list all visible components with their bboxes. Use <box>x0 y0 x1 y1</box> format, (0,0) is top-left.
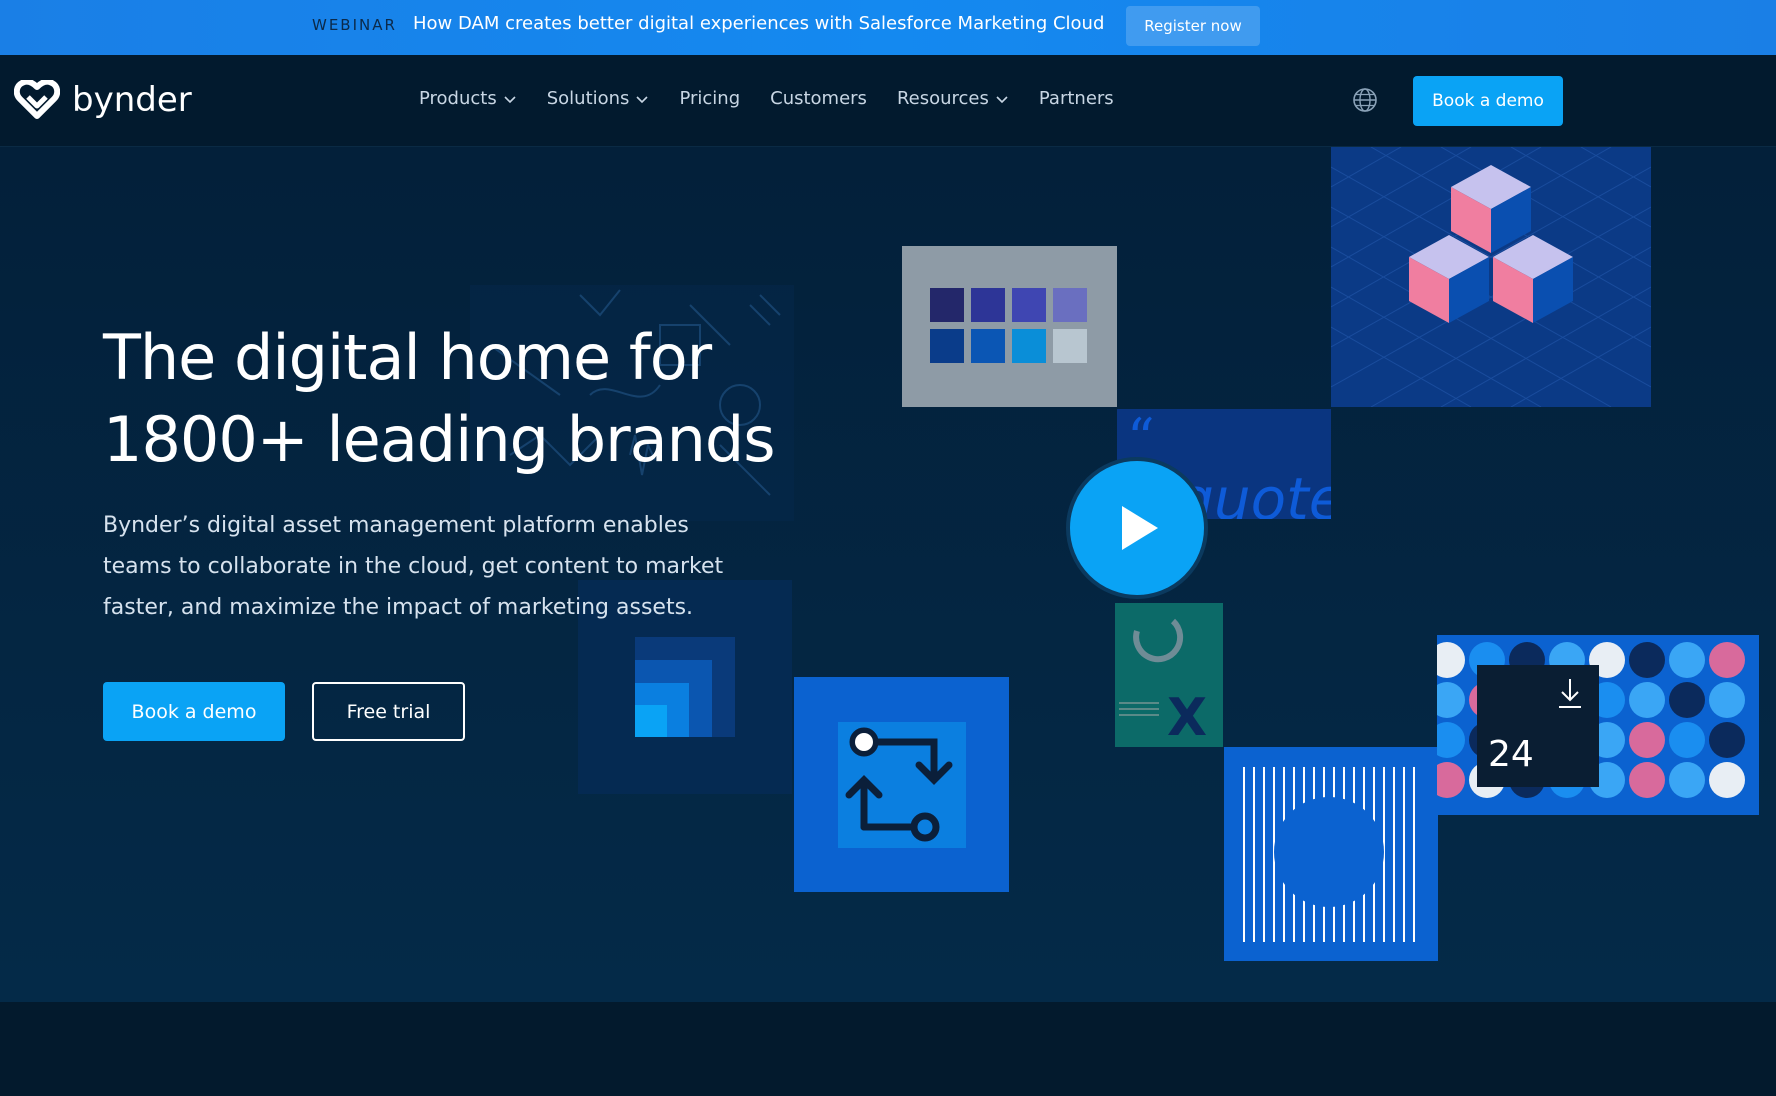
book-demo-button[interactable]: Book a demo <box>103 682 285 741</box>
color-palette-tile <box>902 246 1117 407</box>
nav-links: Products Solutions Pricing Customers Res… <box>419 88 1144 109</box>
below-fold-section <box>0 1002 1776 1096</box>
nav-item-customers[interactable]: Customers <box>770 88 867 109</box>
hero-title-line-1: The digital home for <box>103 321 712 394</box>
nav-item-resources[interactable]: Resources <box>897 88 1009 109</box>
logo-text: bynder <box>72 80 192 120</box>
chevron-down-icon <box>504 95 516 103</box>
globe-icon[interactable] <box>1352 87 1378 113</box>
vertical-lines-tile <box>1224 747 1438 961</box>
nav-item-label: Pricing <box>679 88 741 109</box>
webinar-banner: WEBINAR How DAM creates better digital e… <box>0 0 1776 55</box>
hero-title: The digital home for 1800+ leading brand… <box>103 317 803 481</box>
play-video-button[interactable] <box>1066 457 1208 599</box>
dots-pattern-tile <box>1437 635 1759 815</box>
nav-item-label: Products <box>419 88 497 109</box>
excel-letter: X <box>1167 688 1207 747</box>
nav-item-label: Solutions <box>546 88 630 109</box>
spreadsheet-tile: X <box>1115 603 1223 747</box>
nav-item-solutions[interactable]: Solutions <box>547 88 650 109</box>
bynder-logo[interactable]: bynder <box>14 80 192 120</box>
book-demo-nav-button[interactable]: Book a demo <box>1413 76 1563 126</box>
calendar-day-number: 24 <box>1488 734 1534 775</box>
isometric-cubes-tile <box>1331 147 1651 407</box>
nav-item-label: Partners <box>1038 88 1114 109</box>
nav-item-products[interactable]: Products <box>419 88 517 109</box>
nav-item-label: Customers <box>770 88 867 109</box>
nav-item-partners[interactable]: Partners <box>1039 88 1114 109</box>
hero-section: The digital home for 1800+ leading brand… <box>0 147 1776 1002</box>
nav-item-label: Resources <box>896 88 989 109</box>
nav-item-pricing[interactable]: Pricing <box>679 88 740 109</box>
main-navigation: bynder Products Solutions Pricing Custom… <box>0 55 1776 147</box>
chevron-down-icon <box>636 95 649 103</box>
chevron-down-icon <box>996 95 1008 103</box>
banner-link[interactable]: How DAM creates better digital experienc… <box>413 13 1104 34</box>
play-icon <box>1122 506 1158 550</box>
banner-tag: WEBINAR <box>312 16 397 34</box>
bynder-logo-icon <box>14 80 60 119</box>
register-now-button[interactable]: Register now <box>1126 6 1260 46</box>
hero-title-line-2: 1800+ leading brands <box>103 403 776 476</box>
free-trial-button[interactable]: Free trial <box>312 682 465 741</box>
hero-description: Bynder’s digital asset management platfo… <box>103 513 724 620</box>
workflow-tile <box>794 677 1009 892</box>
